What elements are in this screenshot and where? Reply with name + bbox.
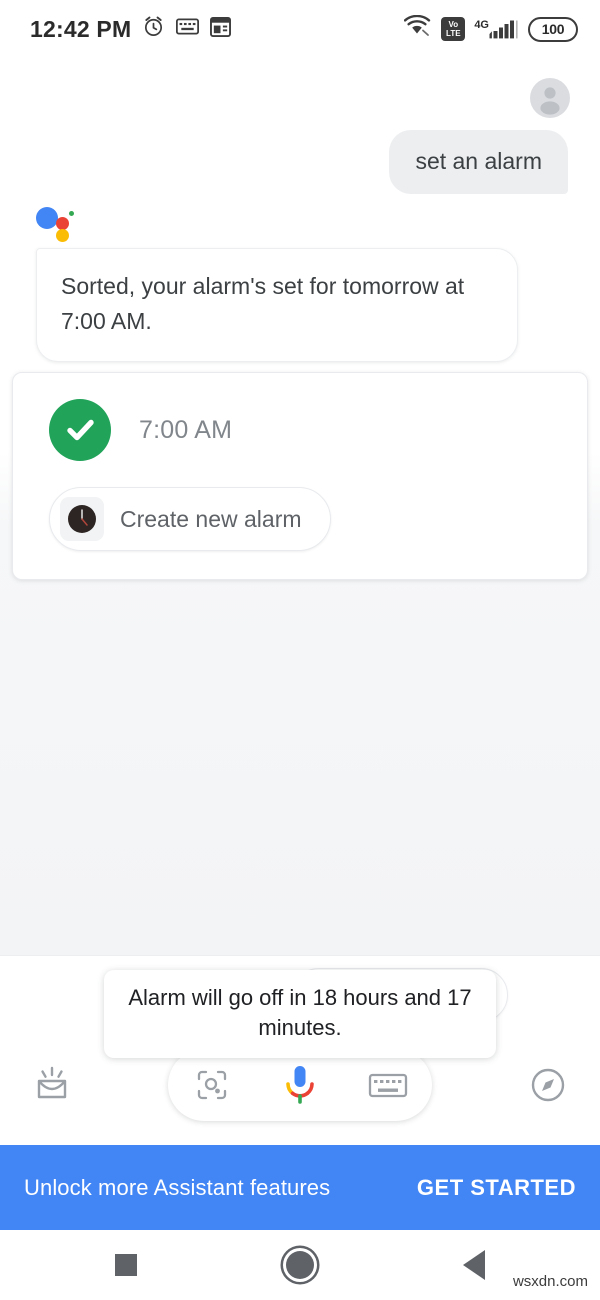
square-icon — [115, 1254, 137, 1276]
status-bar-right: Vo LTE 4G 100 — [404, 14, 578, 43]
assistant-dot-green — [69, 211, 74, 216]
network-type-label: 4G — [474, 19, 489, 31]
android-nav-bar — [0, 1230, 600, 1300]
signal-icon: 4G — [474, 17, 519, 41]
check-circle-icon — [49, 399, 111, 461]
promo-banner[interactable]: Unlock more Assistant features GET START… — [0, 1145, 600, 1230]
user-message-row: set an alarm — [0, 58, 600, 194]
toast-message: Alarm will go off in 18 hours and 17 min… — [104, 970, 496, 1058]
user-message-bubble: set an alarm — [389, 130, 568, 194]
avatar[interactable] — [530, 78, 570, 118]
keyboard-input-icon[interactable] — [365, 1062, 411, 1108]
volte-icon: Vo LTE — [441, 17, 466, 41]
google-lens-icon[interactable] — [189, 1062, 235, 1108]
assistant-message-bubble: Sorted, your alarm's set for tomorrow at… — [36, 248, 518, 362]
google-assistant-icon — [36, 203, 80, 247]
promo-banner-text: Unlock more Assistant features — [24, 1174, 331, 1200]
alarm-icon — [142, 15, 165, 43]
battery-level-text: 100 — [541, 21, 565, 37]
volte-bottom-text: LTE — [446, 29, 461, 38]
bottom-sheet: Send feedback Alarm will go off in 18 ho… — [0, 955, 600, 1145]
volte-top-text: Vo — [448, 20, 459, 29]
window-icon — [210, 16, 232, 42]
keyboard-icon — [176, 18, 200, 40]
snapshot-icon[interactable] — [24, 1057, 80, 1113]
create-new-alarm-button[interactable]: Create new alarm — [49, 487, 331, 551]
triangle-left-icon — [463, 1250, 485, 1280]
home-button[interactable] — [272, 1237, 328, 1293]
recents-button[interactable] — [98, 1237, 154, 1293]
assistant-dot-yellow — [56, 229, 69, 242]
status-bar-clock: 12:42 PM — [30, 15, 132, 42]
circle-icon — [286, 1251, 314, 1279]
status-bar-left: 12:42 PM — [30, 15, 232, 43]
conversation-area: set an alarm Sorted, your alarm's set fo… — [0, 58, 600, 955]
status-bar: 12:42 PM Vo LTE 4G 100 — [0, 0, 600, 58]
alarm-row: 7:00 AM — [39, 399, 561, 461]
wifi-icon — [404, 14, 432, 43]
assistant-dot-blue — [36, 207, 58, 229]
clock-icon — [60, 497, 104, 541]
alarm-time-label: 7:00 AM — [139, 415, 233, 444]
create-new-alarm-label: Create new alarm — [120, 505, 302, 532]
microphone-icon[interactable] — [277, 1062, 323, 1108]
battery-icon: 100 — [528, 16, 578, 42]
alarm-result-card: 7:00 AM Create new alarm — [12, 372, 588, 580]
back-button[interactable] — [446, 1237, 502, 1293]
explore-compass-icon[interactable] — [520, 1057, 576, 1113]
watermark: wsxdn.com — [512, 1273, 588, 1290]
mic-pill — [168, 1049, 432, 1121]
get-started-button[interactable]: GET STARTED — [417, 1175, 576, 1201]
phone-screen: 12:42 PM Vo LTE 4G 100 set an alarm Sort… — [0, 0, 600, 1300]
